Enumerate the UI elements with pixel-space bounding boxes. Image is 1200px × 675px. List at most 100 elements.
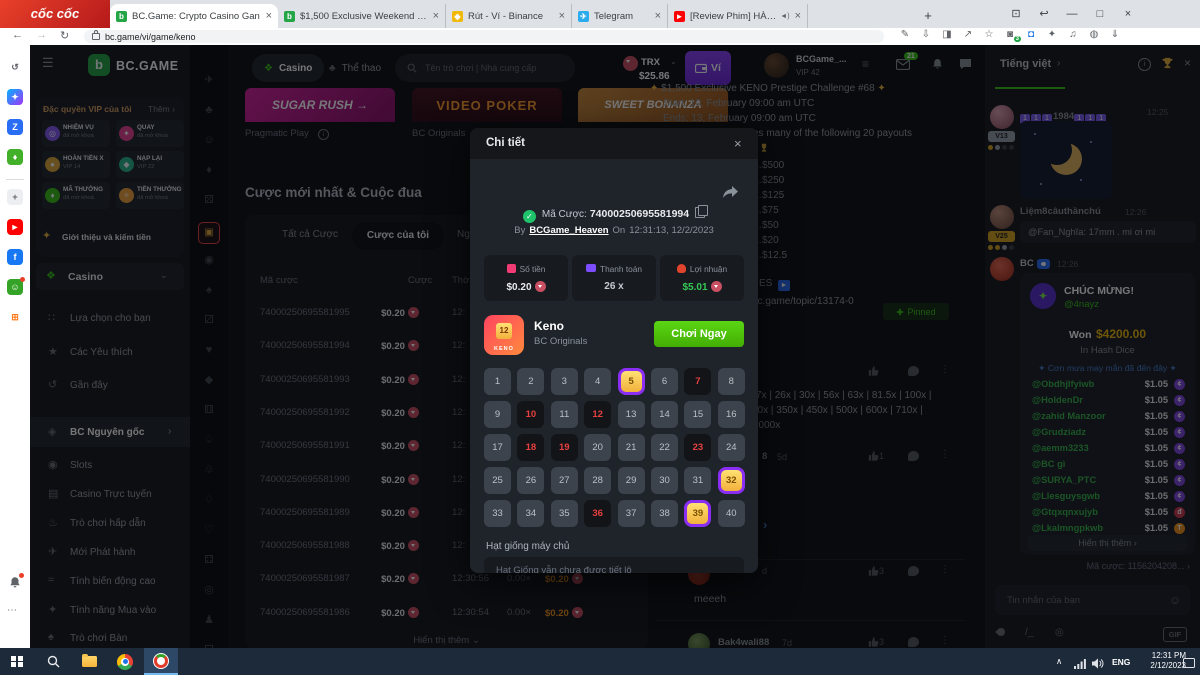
keno-cell-23[interactable]: 23 <box>684 434 711 461</box>
extension-icon[interactable]: ⇩ <box>918 29 934 40</box>
browser-tab[interactable]: ◆Rút - Ví - Binance× <box>446 4 572 28</box>
keno-cell-27[interactable]: 27 <box>551 467 578 494</box>
maximize-button[interactable]: □ <box>1088 2 1112 26</box>
keno-cell-29[interactable]: 29 <box>618 467 645 494</box>
keno-cell-7[interactable]: 7 <box>684 368 711 395</box>
action-center-icon[interactable] <box>1183 656 1195 674</box>
extension-icon[interactable]: ◍ <box>1086 29 1102 40</box>
share-icon[interactable] <box>722 186 738 205</box>
browser-tab[interactable]: b$1,500 Exclusive Weekend Ke× <box>278 4 446 28</box>
player-link[interactable]: BCGame_Heaven <box>529 225 608 236</box>
keno-cell-3[interactable]: 3 <box>551 368 578 395</box>
keno-game-icon[interactable]: 12 KENO <box>484 315 524 355</box>
start-button[interactable] <box>0 648 34 675</box>
sticker-icon[interactable]: ☺ <box>7 279 23 295</box>
extension-icon[interactable]: ☆ <box>981 29 997 40</box>
keno-cell-20[interactable]: 20 <box>584 434 611 461</box>
keno-cell-12[interactable]: 12 <box>584 401 611 428</box>
tab-close-icon[interactable]: × <box>559 10 565 22</box>
keno-cell-9[interactable]: 9 <box>484 401 511 428</box>
keno-cell-30[interactable]: 30 <box>651 467 678 494</box>
extension-icon[interactable]: ✦ <box>1044 29 1060 40</box>
tab-search-icon[interactable]: ⊡ <box>1004 2 1028 26</box>
keno-cell-21[interactable]: 21 <box>618 434 645 461</box>
close-icon[interactable]: × <box>734 136 742 151</box>
keno-cell-4[interactable]: 4 <box>584 368 611 395</box>
youtube-icon[interactable]: ► <box>7 219 23 235</box>
keno-cell-39[interactable]: 39 <box>684 500 711 527</box>
tab-close-icon[interactable]: × <box>433 10 439 22</box>
keno-cell-8[interactable]: 8 <box>718 368 745 395</box>
copy-icon[interactable] <box>695 207 705 218</box>
extension-icon[interactable]: ✎ <box>897 29 913 40</box>
extension-icon[interactable]: ◨ <box>939 29 955 40</box>
games-icon[interactable]: ♦ <box>7 149 23 165</box>
taskbar-clock[interactable]: 12:31 PM 2/12/2023 <box>1138 651 1186 671</box>
forward-button[interactable]: → <box>36 29 47 41</box>
keno-cell-19[interactable]: 19 <box>551 434 578 461</box>
keno-cell-28[interactable]: 28 <box>584 467 611 494</box>
back-button[interactable]: ← <box>12 29 23 41</box>
facebook-icon[interactable]: f <box>7 249 23 265</box>
keno-cell-40[interactable]: 40 <box>718 500 745 527</box>
history-icon[interactable]: ↺ <box>7 59 23 75</box>
tray-chevron-icon[interactable]: ∧ <box>1056 656 1062 667</box>
keno-cell-16[interactable]: 16 <box>718 401 745 428</box>
keno-cell-17[interactable]: 17 <box>484 434 511 461</box>
keno-cell-10[interactable]: 10 <box>517 401 544 428</box>
keno-cell-18[interactable]: 18 <box>517 434 544 461</box>
keno-cell-34[interactable]: 34 <box>517 500 544 527</box>
browser-tab[interactable]: bBC.Game: Crypto Casino Gan× <box>110 4 278 28</box>
keno-cell-13[interactable]: 13 <box>618 401 645 428</box>
restore-tab-icon[interactable]: ↩ <box>1032 2 1056 26</box>
keno-cell-32[interactable]: 32 <box>718 467 745 494</box>
extension-icon[interactable]: ◙3 <box>1002 29 1018 40</box>
keno-cell-37[interactable]: 37 <box>618 500 645 527</box>
extension-icon[interactable]: ◘ <box>1023 29 1039 40</box>
rail-more-icon[interactable]: ⋯ <box>7 605 17 616</box>
keno-cell-14[interactable]: 14 <box>651 401 678 428</box>
coccoc-taskbar-icon[interactable] <box>144 648 178 675</box>
keno-cell-5[interactable]: 5 <box>618 368 645 395</box>
new-tab-button[interactable]: + <box>918 6 938 26</box>
tab-close-icon[interactable]: × <box>266 10 272 22</box>
reload-button[interactable]: ↻ <box>60 29 69 42</box>
file-explorer-icon[interactable] <box>72 648 106 675</box>
extension-icon[interactable]: ⇓ <box>1107 29 1123 40</box>
extension-icon[interactable]: ♫ <box>1065 29 1081 40</box>
keno-cell-33[interactable]: 33 <box>484 500 511 527</box>
taskbar-search-icon[interactable] <box>36 648 70 675</box>
keno-cell-26[interactable]: 26 <box>517 467 544 494</box>
minimize-button[interactable]: — <box>1060 2 1084 26</box>
zalo-icon[interactable]: Z <box>7 119 23 135</box>
keno-cell-31[interactable]: 31 <box>684 467 711 494</box>
keno-cell-15[interactable]: 15 <box>684 401 711 428</box>
keno-cell-11[interactable]: 11 <box>551 401 578 428</box>
keno-cell-38[interactable]: 38 <box>651 500 678 527</box>
keno-cell-6[interactable]: 6 <box>651 368 678 395</box>
add-tab-icon[interactable]: + <box>7 189 23 205</box>
address-bar[interactable]: bc.game/vi/game/keno <box>84 30 884 43</box>
keno-cell-35[interactable]: 35 <box>551 500 578 527</box>
keno-cell-1[interactable]: 1 <box>484 368 511 395</box>
network-icon[interactable] <box>1074 656 1086 674</box>
notification-bell-icon[interactable] <box>8 575 22 589</box>
chrome-icon[interactable] <box>108 648 142 675</box>
browser-tab[interactable]: ►[Review Phim] HÀO QUA◄)× <box>668 4 808 28</box>
keno-cell-25[interactable]: 25 <box>484 467 511 494</box>
messenger-icon[interactable]: ✦ <box>7 89 23 105</box>
tab-audio-icon[interactable]: ◄) <box>780 13 789 20</box>
volume-icon[interactable] <box>1092 656 1104 674</box>
play-now-button[interactable]: Chơi Ngay <box>654 321 744 347</box>
shop-icon[interactable]: ⊞ <box>7 309 23 325</box>
language-indicator[interactable]: ENG <box>1112 657 1130 667</box>
tab-close-icon[interactable]: × <box>655 10 661 22</box>
keno-cell-22[interactable]: 22 <box>651 434 678 461</box>
close-window-button[interactable]: × <box>1116 2 1140 26</box>
keno-cell-2[interactable]: 2 <box>517 368 544 395</box>
keno-cell-36[interactable]: 36 <box>584 500 611 527</box>
keno-cell-24[interactable]: 24 <box>718 434 745 461</box>
browser-tab[interactable]: ✈Telegram× <box>572 4 668 28</box>
extension-icon[interactable]: ↗ <box>960 29 976 40</box>
tab-close-icon[interactable]: × <box>795 10 801 22</box>
